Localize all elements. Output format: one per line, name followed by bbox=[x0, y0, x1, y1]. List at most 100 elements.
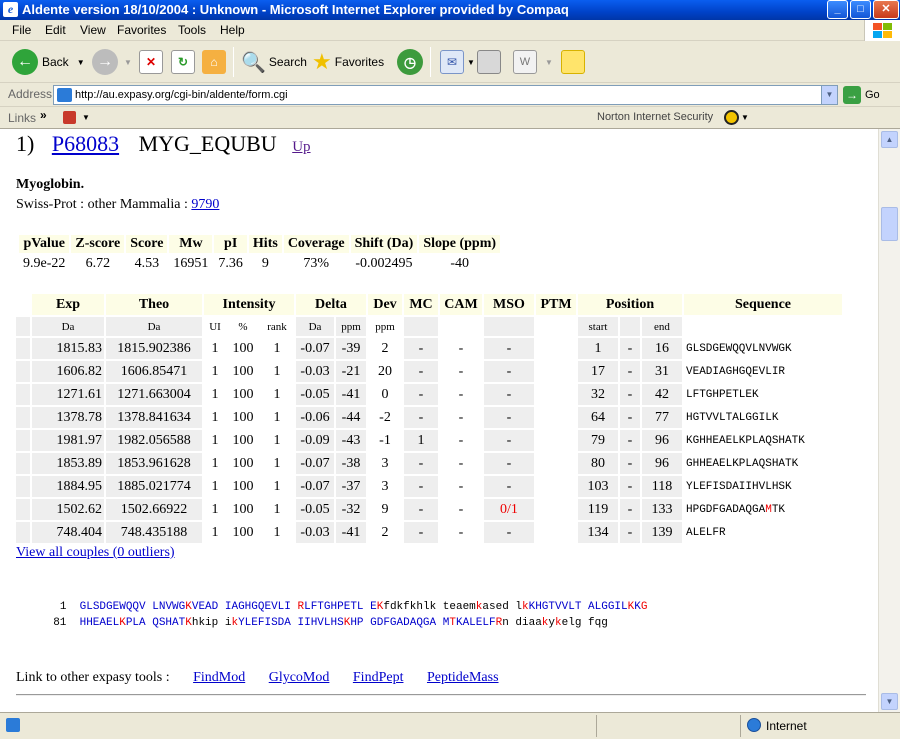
cell-pct: 100 bbox=[232, 524, 254, 540]
cell-dev: 2 bbox=[381, 524, 389, 540]
cell-ui: 1 bbox=[211, 524, 219, 540]
menu-favorites[interactable]: Favorites bbox=[117, 23, 166, 37]
table-row: 1378.78 1378.841634 1 100 1 -0.06 -44 -2- - -64-7… bbox=[16, 407, 842, 428]
cell-seq: YLEFISDAIIHVLHSK bbox=[686, 480, 792, 493]
forward-button[interactable]: → ▼ bbox=[92, 41, 132, 83]
cell-ui: 1 bbox=[211, 478, 219, 494]
cell-dash: - bbox=[620, 361, 640, 382]
cell-exp: 748.404 bbox=[32, 522, 104, 543]
home-button[interactable]: ⌂ bbox=[202, 41, 226, 83]
cell-da: -0.07 bbox=[296, 453, 334, 474]
maximize-button[interactable]: □ bbox=[850, 0, 871, 19]
cell-pct: 100 bbox=[232, 478, 254, 494]
cell-exp: 1815.83 bbox=[32, 338, 104, 359]
history-icon: ◷ bbox=[397, 49, 423, 75]
back-button[interactable]: ← Back ▼ bbox=[12, 41, 85, 83]
discuss-button[interactable] bbox=[561, 41, 585, 83]
chevron-down-icon: ▼ bbox=[545, 57, 553, 67]
print-button[interactable] bbox=[477, 41, 501, 83]
zone-label: Internet bbox=[766, 719, 807, 733]
view-all-couples-link[interactable]: View all couples (0 outliers) bbox=[16, 545, 175, 561]
up-link[interactable]: Up bbox=[292, 139, 310, 155]
findmod-link[interactable]: FindMod bbox=[193, 670, 245, 685]
cell-theo: 1606.85471 bbox=[106, 361, 202, 382]
scroll-down-icon[interactable]: ▼ bbox=[881, 693, 898, 710]
cell-pct: 100 bbox=[232, 432, 254, 448]
cell-theo: 1502.66922 bbox=[106, 499, 202, 520]
cell-seq: GLSDGEWQQVLNVWGK bbox=[686, 342, 792, 355]
address-input[interactable]: http://au.expasy.org/cgi-bin/aldente/for… bbox=[53, 85, 838, 105]
peptidemass-link[interactable]: PeptideMass bbox=[427, 670, 499, 685]
stop-button[interactable]: ✕ bbox=[139, 41, 163, 83]
toolbar: ← Back ▼ → ▼ ✕ ↻ ⌂ 🔍 Search ★ Favorites … bbox=[0, 41, 900, 83]
star-icon: ★ bbox=[312, 49, 332, 74]
subheader-rank: rank bbox=[267, 320, 287, 333]
window-titlebar[interactable]: e Aldente version 18/10/2004 : Unknown -… bbox=[0, 0, 900, 20]
window-title: Aldente version 18/10/2004 : Unknown - M… bbox=[22, 2, 569, 17]
menu-tools[interactable]: Tools bbox=[178, 23, 206, 37]
minimize-button[interactable]: _ bbox=[827, 0, 848, 19]
norton-small-icon[interactable] bbox=[63, 111, 76, 124]
cell-pct: 100 bbox=[232, 455, 254, 471]
go-button[interactable]: → Go bbox=[843, 85, 880, 105]
word-icon: W bbox=[513, 50, 537, 74]
address-dropdown-icon[interactable]: ▼ bbox=[821, 86, 837, 104]
scroll-up-icon[interactable]: ▲ bbox=[881, 131, 898, 148]
scroll-thumb[interactable] bbox=[881, 207, 898, 241]
glycomod-link[interactable]: GlycoMod bbox=[269, 670, 330, 685]
chevron-down-icon: ▼ bbox=[124, 57, 132, 67]
vertical-scrollbar[interactable]: ▲ ▼ bbox=[878, 129, 900, 712]
links-label[interactable]: Links bbox=[8, 111, 36, 125]
cell-end: 77 bbox=[642, 407, 682, 428]
stats-header: Coverage bbox=[283, 235, 349, 253]
cell-pct: 100 bbox=[232, 386, 254, 402]
cell-seq: KGHHEAELKPLAQSHATK bbox=[686, 434, 805, 447]
modified-residue: M bbox=[765, 503, 772, 516]
norton-icon[interactable] bbox=[724, 110, 739, 125]
cell-mso: - bbox=[484, 361, 534, 382]
cell-rank: 1 bbox=[273, 340, 281, 356]
subheader-dev-ppm: ppm bbox=[375, 320, 395, 333]
menu-help[interactable]: Help bbox=[220, 23, 245, 37]
cell-cam: - bbox=[458, 432, 464, 448]
chevron-down-icon[interactable]: ▼ bbox=[741, 113, 749, 122]
history-button[interactable]: ◷ bbox=[397, 41, 423, 83]
chevron-down-icon[interactable]: ▼ bbox=[82, 113, 90, 122]
chevron-right-icon[interactable]: » bbox=[40, 108, 47, 122]
chevron-down-icon[interactable]: ▼ bbox=[77, 58, 85, 67]
stats-value: 6.72 bbox=[85, 256, 111, 271]
col-header-sequence: Sequence bbox=[684, 294, 842, 315]
refresh-button[interactable]: ↻ bbox=[171, 41, 195, 83]
cell-start: 64 bbox=[578, 407, 618, 428]
cell-dash: - bbox=[620, 453, 640, 474]
menu-file[interactable]: File bbox=[12, 23, 31, 37]
cell-cam: - bbox=[458, 524, 464, 540]
col-header-ptm: PTM bbox=[536, 294, 576, 315]
cell-ui: 1 bbox=[211, 363, 219, 379]
mail-button[interactable]: ✉ ▼ bbox=[440, 41, 475, 83]
chevron-down-icon[interactable]: ▼ bbox=[467, 58, 475, 67]
norton-label: Norton Internet Security bbox=[597, 111, 714, 123]
menu-view[interactable]: View bbox=[80, 23, 106, 37]
cell-end: 96 bbox=[642, 430, 682, 451]
taxid-link[interactable]: 9790 bbox=[191, 197, 219, 212]
cell-end: 118 bbox=[642, 476, 682, 497]
edit-button[interactable]: W ▼ bbox=[513, 41, 553, 83]
close-button[interactable]: ✕ bbox=[873, 0, 899, 19]
stats-value: 9 bbox=[261, 256, 269, 271]
menu-edit[interactable]: Edit bbox=[45, 23, 66, 37]
cell-exp: 1884.95 bbox=[32, 476, 104, 497]
search-button[interactable]: 🔍 Search bbox=[241, 41, 307, 83]
cell-theo: 1815.902386 bbox=[106, 338, 202, 359]
cell-seq: LFTGHPETLEK bbox=[686, 388, 759, 401]
cell-pct: 100 bbox=[232, 501, 254, 517]
cell-mc: - bbox=[404, 453, 438, 474]
stats-header: pValue bbox=[19, 235, 70, 253]
favorites-button[interactable]: ★ Favorites bbox=[312, 41, 384, 83]
findpept-link[interactable]: FindPept bbox=[353, 670, 404, 685]
accession-link[interactable]: P68083 bbox=[52, 131, 119, 156]
page-content: 1) P68083 MYG_EQUBU Up Myoglobin. Swiss-… bbox=[0, 129, 878, 712]
cell-da: -0.07 bbox=[296, 476, 334, 497]
cell-start: 17 bbox=[578, 361, 618, 382]
cell-cam: - bbox=[458, 363, 464, 379]
